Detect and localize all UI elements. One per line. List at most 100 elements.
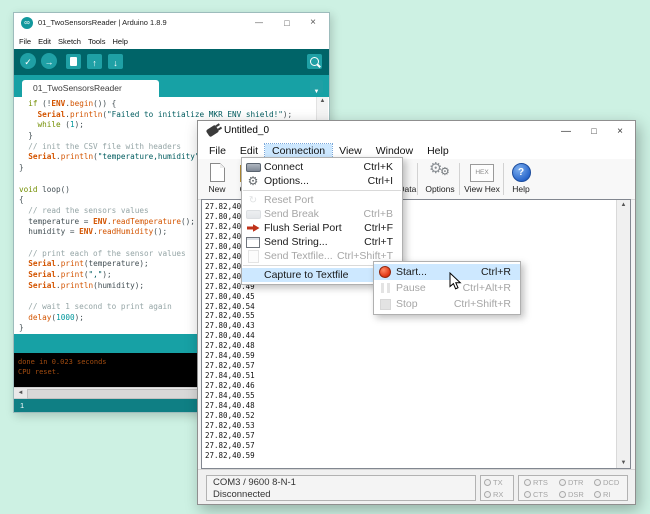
code-token: ); — [102, 270, 111, 279]
terminal-line: 27.80,40.45 — [205, 292, 255, 302]
record-icon — [379, 266, 391, 278]
serial-monitor-button[interactable] — [307, 54, 322, 69]
terminal-line: 27.82,40.57 — [205, 431, 255, 441]
menu-connection[interactable]: Connection — [265, 144, 332, 158]
led-label: DTR — [568, 478, 583, 487]
led-indicator-icon — [559, 479, 566, 486]
menu-item-label: Start... — [396, 266, 481, 278]
port-status-box: COM3 / 9600 8-N-1 Disconnected — [206, 475, 476, 501]
arduino-tabbar: 01_TwoSensorsReader — [14, 75, 329, 97]
menu-item-stop[interactable]: StopCtrl+Shift+R — [374, 296, 520, 312]
menu-help[interactable]: Help — [420, 144, 456, 158]
code-token: (); — [181, 217, 195, 226]
verify-button[interactable] — [20, 53, 36, 69]
code-token: temperature = — [19, 217, 93, 226]
reset-port-icon — [242, 194, 264, 206]
sketch-tab[interactable]: 01_TwoSensorsReader — [22, 80, 159, 97]
maximize-button[interactable] — [585, 123, 603, 140]
code-token: readTemperature — [112, 217, 181, 226]
led-indicator-icon — [524, 491, 531, 498]
options-button[interactable]: Options — [419, 161, 461, 197]
led-cts: CTS — [521, 488, 556, 500]
menu-file[interactable]: File — [202, 144, 233, 158]
led-dtr: DTR — [556, 476, 591, 488]
reset-port-icon — [249, 194, 257, 206]
menu-edit[interactable]: Edit — [38, 37, 51, 46]
led-column: DTR DSR — [556, 476, 591, 500]
led-indicator-icon — [484, 479, 491, 486]
scroll-left-icon[interactable] — [15, 388, 26, 398]
menu-item-label: Send Break — [264, 208, 364, 220]
code-token: ENV — [79, 227, 93, 236]
coolterm-window: Untitled_0 FileEditConnectionViewWindowH… — [197, 120, 636, 505]
code-token: "temperature,humidity" — [98, 152, 200, 161]
send-textfile-icon — [248, 250, 259, 263]
menu-shortcut: Ctrl+B — [364, 208, 393, 220]
new-button[interactable]: New — [202, 161, 232, 197]
menu-file[interactable]: File — [19, 37, 31, 46]
code-token — [19, 152, 28, 161]
terminal-line: 27.82,40.57 — [205, 361, 255, 371]
code-token: void — [19, 185, 38, 194]
connect-icon — [242, 163, 264, 172]
help-button[interactable]: ?Help — [505, 161, 537, 197]
terminal-scrollbar[interactable] — [616, 200, 630, 468]
open-button[interactable] — [87, 54, 102, 69]
menu-item-reset-port[interactable]: Reset Port — [242, 193, 402, 207]
close-button[interactable] — [611, 123, 629, 140]
arduino-titlebar[interactable]: ∞ 01_TwoSensorsReader | Arduino 1.8.9 — [14, 13, 329, 33]
view-hex-button[interactable]: HEXView Hex — [461, 161, 503, 197]
minimize-button[interactable] — [557, 123, 575, 140]
code-token: ENV — [93, 217, 107, 226]
code-line: if (!ENV.begin()) { — [19, 99, 316, 110]
menu-tools[interactable]: Tools — [88, 37, 106, 46]
code-token: ()) { — [93, 99, 116, 108]
coolterm-titlebar[interactable]: Untitled_0 — [198, 121, 635, 142]
code-token: ); — [75, 120, 84, 129]
maximize-button[interactable] — [279, 16, 295, 30]
stop-icon — [380, 299, 391, 310]
save-button[interactable] — [108, 54, 123, 69]
connection-state: Disconnected — [213, 489, 469, 501]
close-button[interactable] — [305, 16, 321, 30]
menu-view[interactable]: View — [332, 144, 369, 158]
led-indicator-icon — [559, 491, 566, 498]
menu-item-connect[interactable]: ConnectCtrl+K — [242, 160, 402, 174]
arduino-app-icon: ∞ — [21, 17, 33, 29]
led-label: DSR — [568, 490, 584, 499]
scroll-down-icon[interactable] — [617, 460, 630, 466]
menu-item-label: Connect — [264, 161, 364, 173]
scroll-up-icon[interactable] — [317, 98, 328, 104]
hex-icon: HEX — [470, 164, 494, 182]
menu-shortcut: Ctrl+R — [481, 266, 511, 278]
led-dcd: DCD — [591, 476, 626, 488]
pause-icon — [381, 283, 390, 293]
led-dsr: DSR — [556, 488, 591, 500]
menu-item-label: Stop — [396, 298, 454, 310]
menu-item-send-break[interactable]: Send BreakCtrl+B — [242, 207, 402, 221]
menu-item-flush-serial-port[interactable]: Flush Serial PortCtrl+F — [242, 221, 402, 235]
menu-help[interactable]: Help — [112, 37, 127, 46]
code-token: (humidity); — [93, 281, 144, 290]
menu-item-options[interactable]: Options...Ctrl+I — [242, 174, 402, 188]
chevron-down-icon[interactable] — [310, 80, 323, 93]
coolterm-window-title: Untitled_0 — [224, 125, 269, 136]
led-label: DCD — [603, 478, 619, 487]
menu-item-start[interactable]: Start...Ctrl+R — [374, 264, 520, 280]
terminal-line: 27.82,40.54 — [205, 302, 255, 312]
menu-sketch[interactable]: Sketch — [58, 37, 81, 46]
minimize-button[interactable] — [251, 16, 267, 30]
upload-button[interactable] — [41, 53, 57, 69]
new-file-icon — [210, 163, 225, 182]
line-number: 1 — [20, 401, 24, 410]
menu-item-pause[interactable]: PauseCtrl+Alt+R — [374, 280, 520, 296]
new-sketch-button[interactable] — [66, 54, 81, 69]
scroll-up-icon[interactable] — [617, 202, 630, 208]
flush-icon — [242, 224, 264, 233]
menu-edit[interactable]: Edit — [233, 144, 265, 158]
menu-window[interactable]: Window — [369, 144, 420, 158]
terminal-line: 27.80,40.43 — [205, 321, 255, 331]
record-icon — [374, 266, 396, 278]
code-token — [19, 270, 28, 279]
menu-item-send-string[interactable]: Send String...Ctrl+T — [242, 235, 402, 249]
